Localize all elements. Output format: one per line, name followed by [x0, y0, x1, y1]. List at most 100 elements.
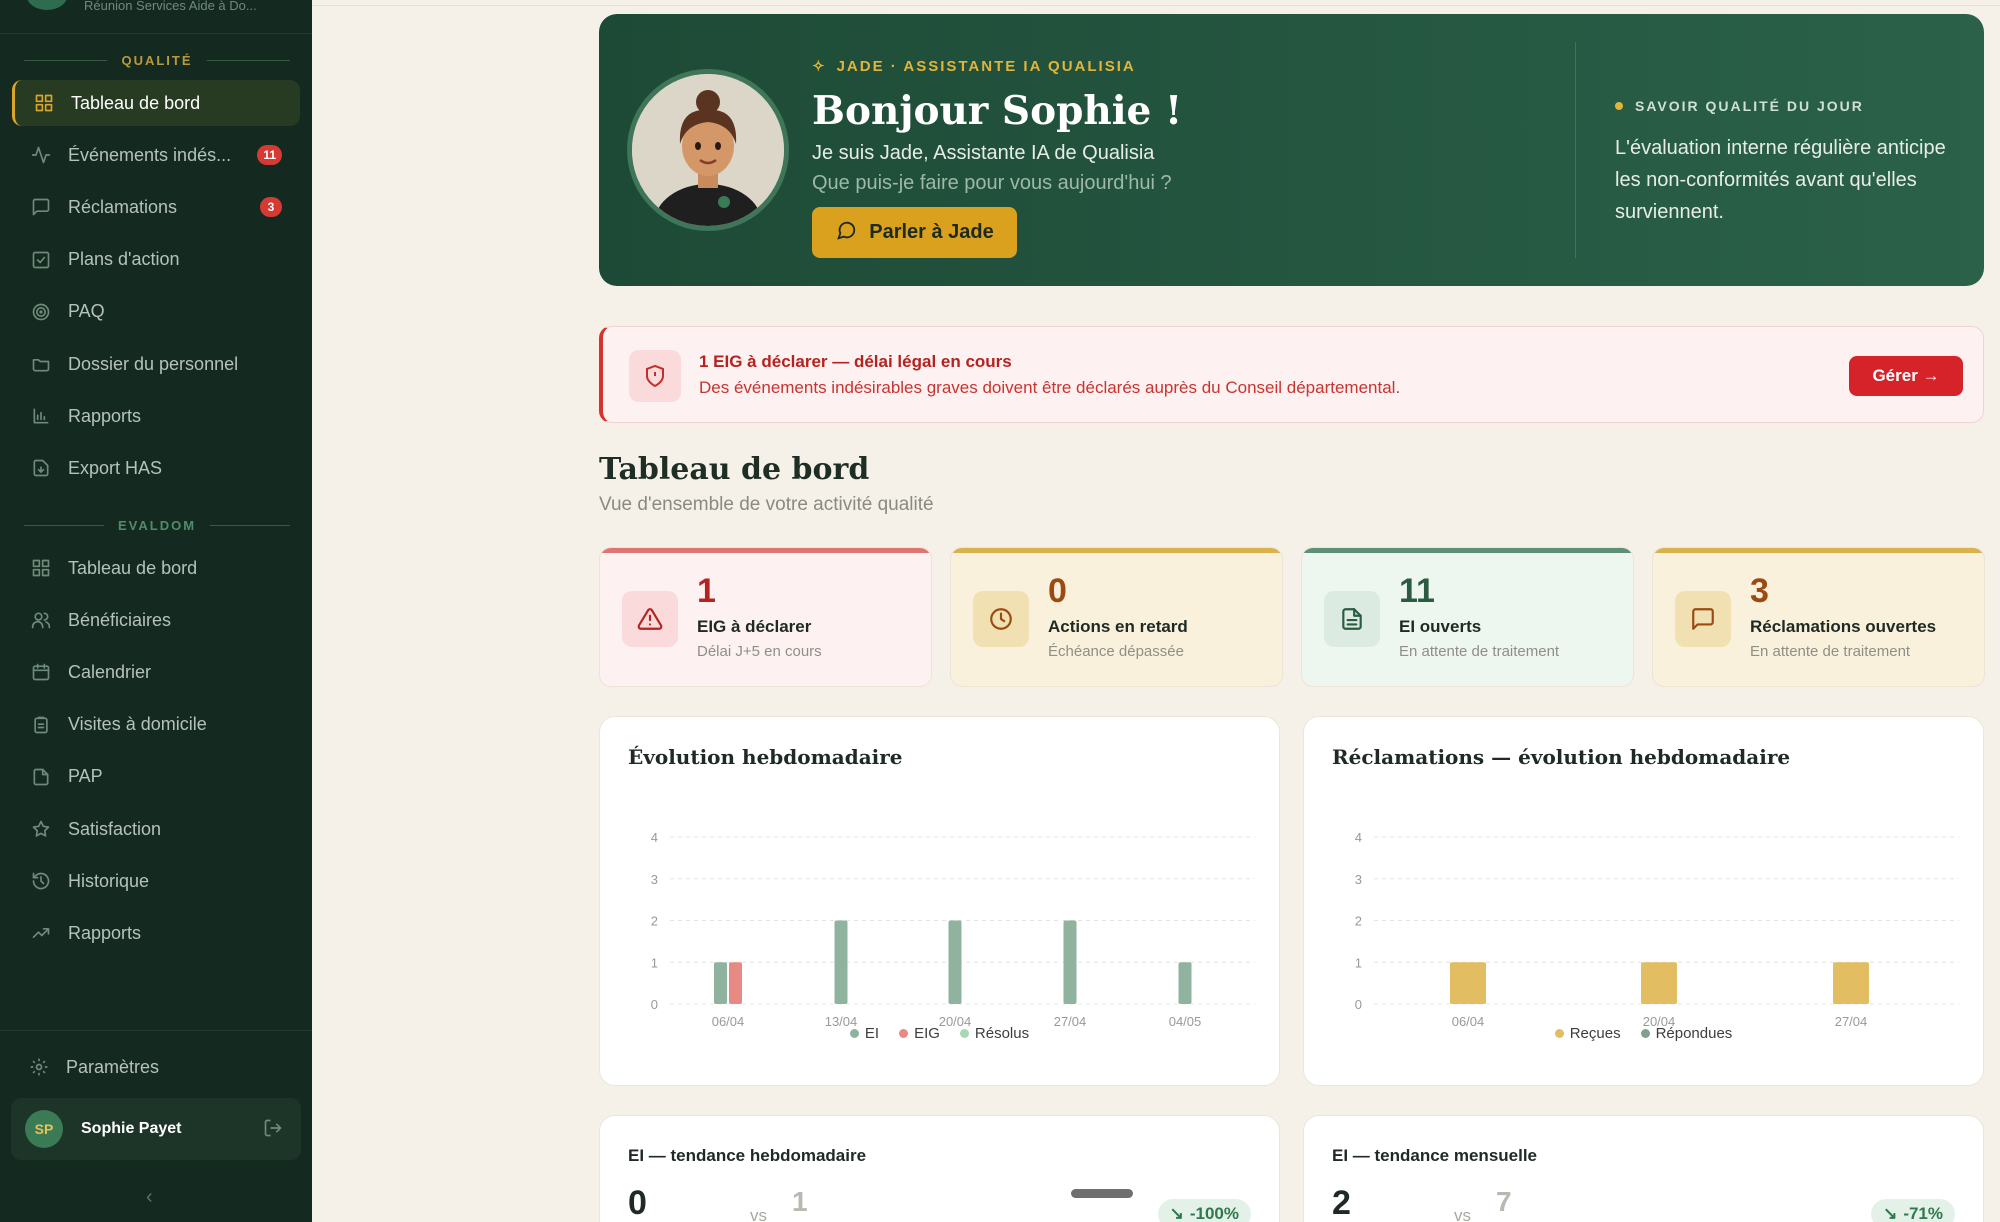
- sidebar-item-quality-4[interactable]: PAQ: [12, 289, 300, 335]
- alert-title: 1 EIG à déclarer — délai légal en cours: [699, 352, 1012, 371]
- y-tick-label: 1: [651, 955, 658, 970]
- trend-change-badge: ↘ -100%: [1157, 1199, 1251, 1222]
- chart-legend: EI EIG Résolus: [600, 1025, 1279, 1042]
- chart-legend: Reçues Répondues: [1304, 1025, 1983, 1042]
- legend-item[interactable]: Résolus: [959, 1025, 1030, 1042]
- trend-title: EI — tendance hebdomadaire: [628, 1146, 867, 1165]
- sidebar-item-quality-6[interactable]: Rapports: [12, 393, 300, 439]
- scroll-handle[interactable]: [1071, 1189, 1133, 1198]
- sidebar-item-evaldom-7[interactable]: Rapports: [12, 910, 300, 956]
- user-card[interactable]: SP Sophie Payet: [11, 1098, 301, 1160]
- grid-icon: [30, 557, 52, 579]
- sidebar-item-quality-1[interactable]: Événements indés... 11: [12, 132, 300, 178]
- sidebar-item-quality-3[interactable]: Plans d'action: [12, 237, 300, 283]
- sidebar-item-evaldom-1[interactable]: Bénéficiaires: [12, 597, 300, 643]
- bar-reçues: [1833, 962, 1869, 1004]
- bar-ei: [834, 920, 848, 1004]
- complaints-evolution-panel: Réclamations — évolution hebdomadaire 0 1…: [1303, 716, 1984, 1086]
- trend-current: 0: [628, 1184, 647, 1222]
- page-subtitle: Vue d'ensemble de votre activité qualité: [599, 494, 934, 515]
- alert-triangle-icon: [622, 591, 678, 647]
- shield-alert-icon: [629, 350, 681, 402]
- sidebar-item-quality-7[interactable]: Export HAS: [12, 445, 300, 491]
- org-header[interactable]: Réunion Services Aide à Do...: [0, 0, 312, 34]
- weekly-evolution-panel: Évolution hebdomadaire 0 1 2 3 4 06/04 13/04 20…: [599, 716, 1280, 1086]
- trend-vs: vs: [1454, 1206, 1471, 1222]
- kpi-card[interactable]: 11 EI ouverts En attente de traitement: [1301, 547, 1634, 687]
- sidebar: Réunion Services Aide à Do... QUALITÉ Ta…: [0, 0, 312, 1222]
- sidebar-item-quality-5[interactable]: Dossier du personnel: [12, 341, 300, 387]
- kpi-label: EIG à déclarer: [697, 617, 812, 636]
- target-icon: [30, 301, 52, 323]
- talk-to-jade-button[interactable]: Parler à Jade: [812, 207, 1017, 258]
- trend-previous: 7: [1496, 1186, 1512, 1217]
- bar-ei: [1063, 920, 1077, 1004]
- gear-icon: [28, 1056, 50, 1078]
- assistant-hero: ✧ JADE · ASSISTANTE IA QUALISIA Bonjour …: [599, 14, 1984, 286]
- org-avatar: [26, 0, 68, 10]
- eig-alert-banner: 1 EIG à déclarer — délai légal en cours …: [599, 326, 1984, 423]
- nav-label: PAP: [68, 766, 103, 787]
- legend-swatch: [849, 1029, 859, 1038]
- kpi-card[interactable]: 1 EIG à déclarer Délai J+5 en cours: [599, 547, 932, 687]
- legend-label: Reçues: [1569, 1025, 1621, 1042]
- message-square-icon: [30, 196, 52, 218]
- bar-ei: [1178, 962, 1192, 1004]
- activity-icon: [30, 144, 52, 166]
- y-tick-label: 4: [1355, 830, 1362, 845]
- legend-item[interactable]: EI: [849, 1025, 880, 1042]
- chart-title: Évolution hebdomadaire: [628, 745, 903, 769]
- settings-link[interactable]: Paramètres: [28, 1050, 159, 1084]
- folder-open-icon: [30, 353, 52, 375]
- history-icon: [30, 870, 52, 892]
- sidebar-item-quality-2[interactable]: Réclamations 3: [12, 184, 300, 230]
- trending-up-icon: [30, 922, 52, 944]
- monthly-trend-panel: EI — tendance mensuelle 2 vs 7 ↘ -71%: [1303, 1115, 1984, 1222]
- message-square-icon: [1675, 591, 1731, 647]
- sidebar-item-evaldom-6[interactable]: Historique: [12, 858, 300, 904]
- y-tick-label: 2: [1355, 914, 1362, 929]
- file-text-icon: [1324, 591, 1380, 647]
- sidebar-item-evaldom-0[interactable]: Tableau de bord: [12, 545, 300, 591]
- daily-tip-kicker: SAVOIR QUALITÉ DU JOUR: [1615, 98, 1864, 114]
- legend-label: Résolus: [974, 1025, 1030, 1042]
- settings-label: Paramètres: [66, 1056, 160, 1077]
- manage-button[interactable]: Gérer →: [1849, 356, 1963, 396]
- logout-icon[interactable]: [263, 1118, 285, 1140]
- legend-item[interactable]: Répondues: [1640, 1025, 1733, 1042]
- nav-label: Historique: [68, 870, 150, 891]
- nav-label: Plans d'action: [68, 249, 180, 270]
- sidebar-item-evaldom-4[interactable]: PAP: [12, 754, 300, 800]
- nav-label: Tableau de bord: [71, 92, 201, 113]
- kpi-value: 3: [1750, 572, 1769, 610]
- sidebar-item-evaldom-5[interactable]: Satisfaction: [12, 806, 300, 852]
- grid-icon: [33, 92, 55, 114]
- kpi-label: Réclamations ouvertes: [1750, 617, 1937, 636]
- nav-label: Rapports: [68, 922, 142, 943]
- sidebar-item-evaldom-3[interactable]: Visites à domicile: [12, 702, 300, 748]
- legend-item[interactable]: Reçues: [1554, 1025, 1621, 1042]
- kpi-value: 11: [1399, 572, 1435, 610]
- count-badge: 3: [260, 197, 282, 218]
- file-download-icon: [30, 457, 52, 479]
- sparkle-icon: ✧: [812, 58, 827, 75]
- collapse-sidebar-icon[interactable]: ‹: [146, 1186, 153, 1209]
- y-tick-label: 3: [1355, 872, 1362, 887]
- greeting-title: Bonjour Sophie !: [812, 88, 1183, 134]
- kpi-card[interactable]: 0 Actions en retard Échéance dépassée: [950, 547, 1283, 687]
- section-title-evaldom: EVALDOM: [24, 516, 291, 534]
- sidebar-item-quality-0[interactable]: Tableau de bord: [12, 80, 300, 126]
- y-tick-label: 3: [651, 872, 658, 887]
- nav-label: Tableau de bord: [68, 557, 198, 578]
- kpi-card[interactable]: 3 Réclamations ouvertes En attente de trai…: [1652, 547, 1985, 687]
- calendar-icon: [30, 661, 52, 683]
- sidebar-item-evaldom-2[interactable]: Calendrier: [12, 649, 300, 695]
- nav-label: Calendrier: [68, 661, 152, 682]
- legend-label: Répondues: [1655, 1025, 1733, 1042]
- legend-label: EI: [864, 1025, 880, 1042]
- kpi-sublabel: En attente de traitement: [1399, 643, 1560, 660]
- legend-item[interactable]: EIG: [899, 1025, 940, 1042]
- y-tick-label: 0: [1355, 997, 1362, 1012]
- kpi-label: Actions en retard: [1048, 617, 1188, 636]
- users-icon: [30, 609, 52, 631]
